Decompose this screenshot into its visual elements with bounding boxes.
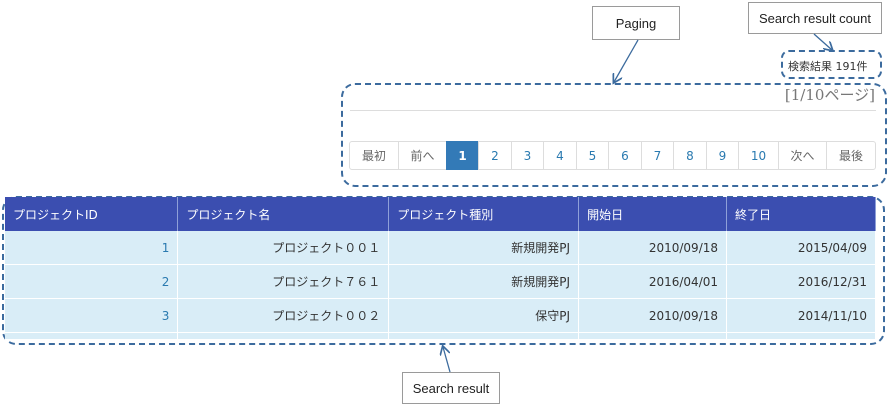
table-row: 1 プロジェクト００１ 新規開発PJ 2010/09/18 2015/04/09: [5, 231, 876, 265]
project-id-link[interactable]: 3: [5, 298, 179, 333]
page-info: [1/10ページ]: [784, 86, 875, 104]
project-type-cell: 新規開発PJ: [388, 231, 580, 265]
project-name-cell: プロジェクト００１: [177, 231, 390, 265]
search-result-arrow: [443, 347, 451, 373]
pagination: 最初 前へ 1 2 3 4 5 6 7 8 9 10 次へ 最後: [349, 141, 876, 170]
page-last-button[interactable]: 最後: [826, 141, 876, 170]
paging-arrow: [614, 39, 639, 82]
start-date-cell: 2010/09/18: [578, 298, 728, 333]
project-name-cell: プロジェクト７６１: [177, 264, 390, 299]
start-date-cell: 2010/09/18: [578, 231, 728, 265]
page-3-button[interactable]: 3: [511, 141, 544, 170]
page-8-button[interactable]: 8: [673, 141, 707, 170]
end-date-cell: 2014/11/10: [726, 298, 876, 333]
header-project-type: プロジェクト種別: [388, 197, 580, 231]
project-type-cell: 保守PJ: [388, 298, 580, 333]
page-2-button[interactable]: 2: [478, 141, 512, 170]
project-name-cell: プロジェクト００２: [177, 298, 390, 333]
table-header-row: プロジェクトID プロジェクト名 プロジェクト種別 開始日 終了日: [5, 197, 876, 231]
header-end-date: 終了日: [726, 197, 876, 231]
header-project-name: プロジェクト名: [177, 197, 390, 231]
table-row: 2 プロジェクト７６１ 新規開発PJ 2016/04/01 2016/12/31: [5, 264, 876, 299]
page-7-button[interactable]: 7: [641, 141, 674, 170]
header-project-id: プロジェクトID: [5, 197, 179, 231]
page-4-button[interactable]: 4: [543, 141, 577, 170]
header-start-date: 開始日: [578, 197, 728, 231]
table-row: 3 プロジェクト００２ 保守PJ 2010/09/18 2014/11/10: [5, 298, 876, 333]
page-prev-button[interactable]: 前へ: [398, 141, 447, 170]
page-first-button[interactable]: 最初: [349, 141, 399, 170]
page-next-button[interactable]: 次へ: [778, 141, 827, 170]
page-1-button[interactable]: 1: [446, 141, 479, 170]
count-arrow: [813, 33, 832, 50]
start-date-cell: 2016/04/01: [578, 264, 728, 299]
result-count: 検索結果 191件: [788, 60, 868, 73]
page-5-button[interactable]: 5: [576, 141, 609, 170]
divider: [350, 110, 876, 111]
table-row-partial: [5, 332, 876, 340]
end-date-cell: 2016/12/31: [726, 264, 876, 299]
end-date-cell: 2015/04/09: [726, 231, 876, 265]
project-type-cell: 新規開発PJ: [388, 264, 580, 299]
project-id-link[interactable]: 2: [5, 264, 179, 299]
page-6-button[interactable]: 6: [608, 141, 642, 170]
page-9-button[interactable]: 9: [706, 141, 739, 170]
page-10-button[interactable]: 10: [738, 141, 779, 170]
search-result-table: プロジェクトID プロジェクト名 プロジェクト種別 開始日 終了日 1 プロジェ…: [5, 197, 876, 340]
project-id-link[interactable]: 1: [5, 231, 179, 265]
